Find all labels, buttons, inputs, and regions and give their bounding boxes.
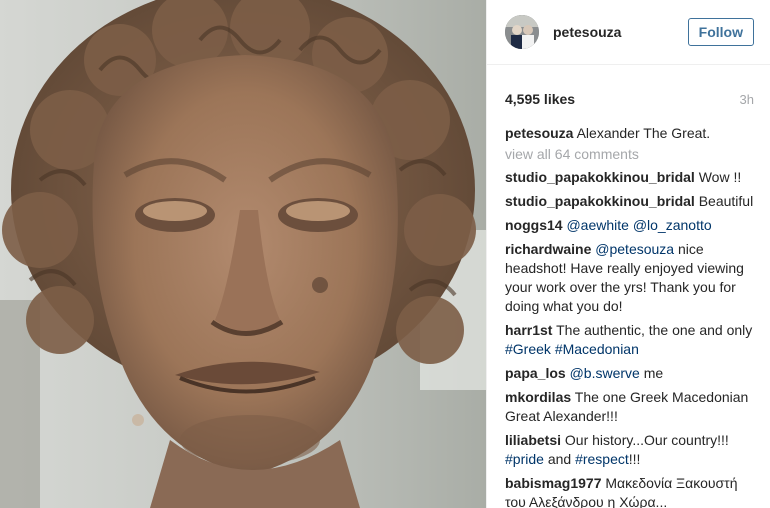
post-timestamp[interactable]: 3h xyxy=(740,92,754,107)
comment-hashtag[interactable]: #pride xyxy=(505,451,544,467)
comment-mention[interactable]: @petesouza xyxy=(595,241,674,257)
comment-text: Our history...Our country!!! xyxy=(564,432,729,448)
comment-username[interactable]: babismag1977 xyxy=(505,475,602,491)
post-meta: 4,595 likes 3h xyxy=(487,90,770,108)
caption-username[interactable]: petesouza xyxy=(505,125,573,141)
comment-item: studio_papakokkinou_bridal Wow !! xyxy=(505,168,756,187)
follow-button[interactable]: Follow xyxy=(687,18,754,46)
comments-list: petesouza Alexander The Great. view all … xyxy=(487,124,770,508)
avatar-photo-icon xyxy=(505,15,539,49)
post-username[interactable]: petesouza xyxy=(553,24,688,40)
comment-item: richardwaine @petesouza nice headshot! H… xyxy=(505,240,756,316)
comment-text: me xyxy=(643,365,664,381)
comment-username[interactable]: mkordilas xyxy=(505,389,571,405)
likes-count[interactable]: 4,595 likes xyxy=(505,91,575,107)
comment-item: mkordilas The one Greek Macedonian Great… xyxy=(505,388,756,426)
comment-username[interactable]: papa_los xyxy=(505,365,566,381)
comment-username[interactable]: studio_papakokkinou_bridal xyxy=(505,169,695,185)
comment-username[interactable]: studio_papakokkinou_bridal xyxy=(505,193,695,209)
comment-item: studio_papakokkinou_bridal Beautiful xyxy=(505,192,756,211)
comment-text: Beautiful xyxy=(698,193,754,209)
comment-item: liliabetsi Our history...Our country!!! … xyxy=(505,431,756,469)
comment-username[interactable]: richardwaine xyxy=(505,241,591,257)
view-all-comments-link[interactable]: view all 64 comments xyxy=(505,146,756,162)
comment-mention[interactable]: @aewhite xyxy=(566,217,628,233)
comment-hashtag[interactable]: #respect xyxy=(575,451,629,467)
comment-tail: !!! xyxy=(628,451,641,467)
comment-hashtag[interactable]: #Macedonian xyxy=(555,341,639,357)
avatar[interactable] xyxy=(505,15,539,49)
comment-username[interactable]: noggs14 xyxy=(505,217,563,233)
comment-item: papa_los @b.swerve me xyxy=(505,364,756,383)
post-sidebar: petesouza Follow 4,595 likes 3h petesouz… xyxy=(486,0,770,508)
comment-item: harr1st The authentic, the one and only … xyxy=(505,321,756,359)
comment-text: Wow !! xyxy=(698,169,742,185)
comment-username[interactable]: liliabetsi xyxy=(505,432,561,448)
instagram-post: petesouza Follow 4,595 likes 3h petesouz… xyxy=(0,0,770,508)
post-header: petesouza Follow xyxy=(487,0,770,65)
comment-username[interactable]: harr1st xyxy=(505,322,552,338)
post-photo[interactable] xyxy=(0,0,486,508)
caption-text: Alexander The Great. xyxy=(576,125,711,141)
caption: petesouza Alexander The Great. xyxy=(505,124,756,143)
comment-mention[interactable]: @lo_zanotto xyxy=(633,217,712,233)
comment-item: noggs14 @aewhite @lo_zanotto xyxy=(505,216,756,235)
comment-connector: and xyxy=(547,451,572,467)
comment-hashtag[interactable]: #Greek xyxy=(505,341,551,357)
statue-illustration xyxy=(0,0,486,508)
comment-text: The authentic, the one and only xyxy=(556,322,753,338)
comment-item: babismag1977 Μακεδονία Ξακουστή του Αλεξ… xyxy=(505,474,756,508)
comment-mention[interactable]: @b.swerve xyxy=(570,365,640,381)
